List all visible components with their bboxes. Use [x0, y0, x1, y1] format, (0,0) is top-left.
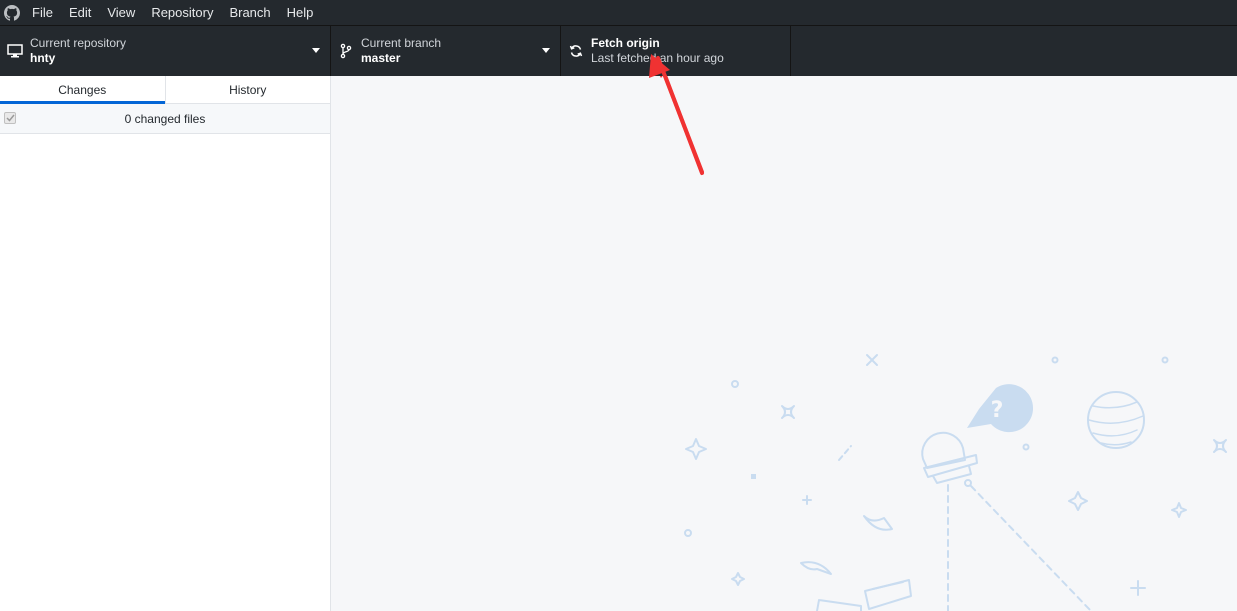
- red-arrow-head: [649, 54, 704, 174]
